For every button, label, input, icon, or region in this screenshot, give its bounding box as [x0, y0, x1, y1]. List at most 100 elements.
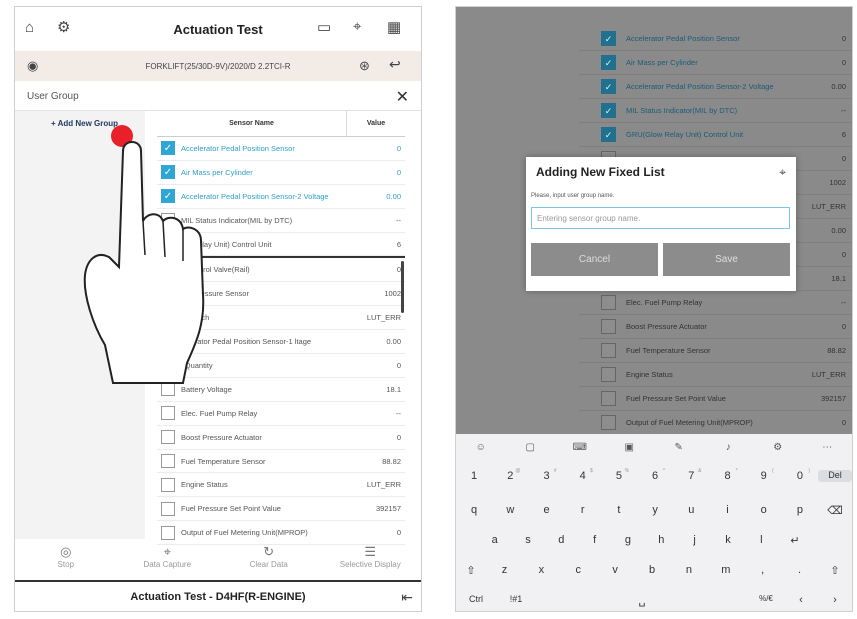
key-h[interactable]: h [645, 534, 678, 547]
clipboard-icon[interactable]: ▢ [506, 442, 556, 453]
right-arrow-key[interactable]: › [818, 594, 852, 607]
key-j[interactable]: j [678, 534, 711, 547]
gear-icon[interactable]: ⚙ [753, 442, 803, 453]
data-capture-button[interactable]: ⌖ Data Capture [117, 543, 219, 583]
sensor-name: Elec. Fuel Pump Relay [181, 408, 258, 418]
selective-display-button[interactable]: ☰ Selective Display [320, 543, 422, 583]
key-z[interactable]: z [486, 564, 523, 577]
battery-icon[interactable]: ▭ [317, 18, 331, 36]
symbols-key[interactable]: !#1 [496, 594, 536, 607]
key-4[interactable]: 4 $ [565, 468, 601, 482]
key-q[interactable]: q [456, 504, 492, 517]
key-x[interactable]: x [523, 564, 560, 577]
group-name-input[interactable]: Entering sensor group name. [531, 207, 790, 229]
key-a[interactable]: a [478, 534, 511, 547]
table-row[interactable]: Fuel Pressure Set Point Value 392157 [157, 497, 405, 522]
key-3[interactable]: 3 # [528, 468, 564, 482]
row-checkbox[interactable] [161, 406, 175, 421]
sensor-value: 18.1 [386, 384, 401, 394]
back-icon[interactable]: ↩ [389, 56, 401, 73]
sensor-value: 1002 [829, 178, 846, 187]
key-alt: ) [808, 468, 811, 474]
capture-icon[interactable]: ⌖ [779, 165, 786, 180]
emoji-icon[interactable]: ☺ [456, 442, 506, 453]
sensor-value: 1002 [384, 289, 401, 299]
row-checkbox[interactable] [161, 430, 175, 445]
key-l[interactable]: l [745, 534, 778, 547]
key-o[interactable]: o [746, 504, 782, 517]
key-alt: & [698, 468, 702, 474]
table-row[interactable]: Output of Fuel Metering Unit(MPROP) 0 [157, 521, 405, 546]
backspace-icon[interactable]: ⌫ [818, 504, 852, 517]
left-arrow-key[interactable]: ‹ [784, 594, 818, 607]
key-c[interactable]: c [560, 564, 597, 577]
capture-icon[interactable]: ⌖ [353, 18, 361, 35]
key-5[interactable]: 5% [601, 468, 637, 482]
key-6[interactable]: 6 ^ [637, 468, 673, 482]
key-1[interactable]: 1 [456, 470, 492, 482]
table-row[interactable]: Boost Pressure Actuator 0 [157, 426, 405, 450]
key-v[interactable]: v [597, 564, 634, 577]
translate-icon[interactable]: ▣ [605, 442, 655, 453]
shift-key-right[interactable]: ⇧ [818, 564, 852, 577]
sensor-name: Engine Status [626, 370, 673, 379]
key-7[interactable]: 7 & [673, 468, 709, 482]
key-i[interactable]: i [709, 504, 745, 517]
key-9[interactable]: 9( [746, 468, 782, 482]
key-e[interactable]: e [528, 504, 564, 517]
space-key[interactable]: ␣ [536, 594, 748, 607]
key-f[interactable]: f [578, 534, 611, 547]
key-b[interactable]: b [634, 564, 671, 577]
key-y[interactable]: y [637, 504, 673, 517]
close-icon[interactable]: ✕ [396, 87, 409, 107]
table-row[interactable]: Fuel Temperature Sensor 88.82 [157, 450, 405, 474]
key-label: 3 [543, 470, 550, 482]
more-icon[interactable]: ⋯ [803, 442, 853, 453]
keyboard-icon[interactable]: ⌨ [555, 442, 605, 453]
clear-data-button[interactable]: ↻ Clear Data [218, 543, 320, 583]
key-m[interactable]: m [707, 564, 744, 577]
key-.[interactable]: . [781, 564, 818, 577]
mic-icon[interactable]: ♪ [704, 442, 754, 453]
stop-button[interactable]: ◎ Stop [15, 543, 117, 583]
stop-icon: ◎ [60, 544, 72, 559]
key-,[interactable]: , [744, 564, 781, 577]
save-button[interactable]: Save [663, 243, 790, 276]
sensor-value: LUT_ERR [366, 480, 401, 490]
cancel-button[interactable]: Cancel [531, 243, 658, 276]
language-key[interactable]: %/€ [748, 594, 784, 607]
enter-key[interactable]: ↵ [778, 534, 812, 547]
scrollbar[interactable] [401, 261, 404, 313]
handwriting-icon[interactable]: ✎ [654, 442, 704, 453]
sensor-name: MIL Status Indicator(MIL by DTC) [626, 106, 738, 115]
table-row[interactable]: Elec. Fuel Pump Relay -- [157, 402, 405, 426]
key-w[interactable]: w [492, 504, 528, 517]
delete-key[interactable]: Del [818, 470, 852, 482]
ctrl-key[interactable]: Ctrl [456, 594, 496, 607]
grid-icon[interactable]: ▦ [387, 18, 401, 36]
key-k[interactable]: k [711, 534, 744, 547]
key-r[interactable]: r [565, 504, 601, 517]
key-t[interactable]: t [601, 504, 637, 517]
key-p[interactable]: p [782, 504, 818, 517]
capture-icon: ⌖ [163, 544, 171, 559]
row-checkbox[interactable] [161, 477, 175, 492]
row-checkbox[interactable] [161, 501, 175, 516]
key-2[interactable]: 2 @ [492, 468, 528, 482]
key-n[interactable]: n [670, 564, 707, 577]
key-g[interactable]: g [611, 534, 644, 547]
sensor-value: LUT_ERR [811, 370, 846, 379]
key-u[interactable]: u [673, 504, 709, 517]
row-checkbox[interactable] [161, 525, 175, 540]
row-checkbox[interactable] [161, 454, 175, 469]
key-s[interactable]: s [511, 534, 544, 547]
key-label: 1 [471, 470, 478, 482]
key-d[interactable]: d [545, 534, 578, 547]
connection-icon[interactable]: ⊛ [359, 58, 370, 74]
exit-icon[interactable]: ⇤ [401, 589, 413, 606]
shift-key[interactable]: ⇧ [456, 564, 486, 577]
key-0[interactable]: 0) [782, 468, 818, 482]
table-row[interactable]: Engine Status LUT_ERR [157, 473, 405, 498]
key-8[interactable]: 8 * [709, 468, 745, 482]
sensor-value: 0 [841, 34, 846, 43]
